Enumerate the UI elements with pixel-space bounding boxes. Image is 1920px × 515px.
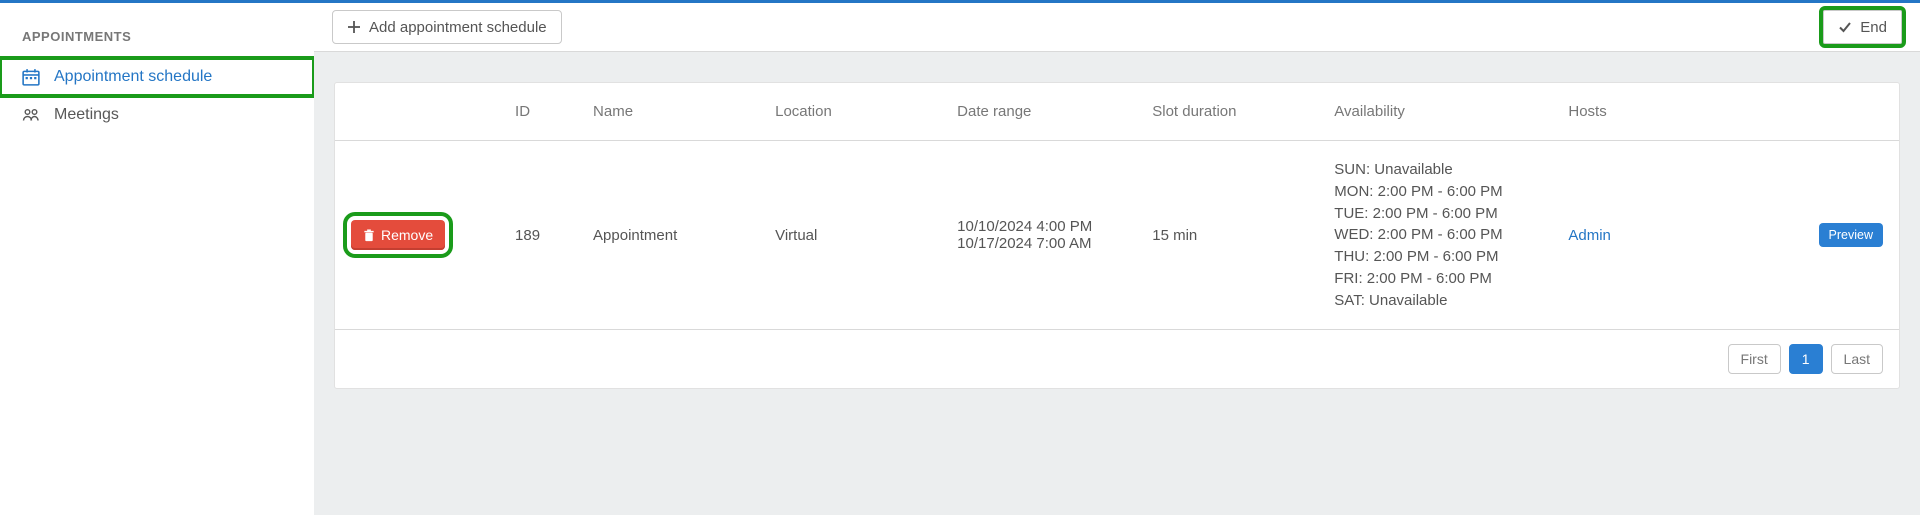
toolbar: Add appointment schedule End [314,3,1920,52]
table-row: Remove 189 Appointment Virtual 10/10/202… [335,141,1899,330]
cell-location: Virtual [759,141,941,330]
sidebar-item-label: Appointment schedule [54,68,212,86]
sidebar-heading: APPOINTMENTS [0,21,314,58]
col-hosts: Hosts [1552,83,1773,141]
availability-wed: WED: 2:00 PM - 6:00 PM [1334,224,1536,246]
date-range-line2: 10/17/2024 7:00 AM [957,235,1120,252]
calendar-icon [22,68,40,86]
sidebar-item-appointment-schedule[interactable]: Appointment schedule [0,58,314,96]
table-pagination: First 1 Last [335,330,1899,388]
col-id: ID [499,83,577,141]
col-slot-duration: Slot duration [1136,83,1318,141]
preview-button[interactable]: Preview [1819,223,1883,247]
appointment-table-card: ID Name Location Date range Slot duratio… [334,82,1900,389]
host-link[interactable]: Admin [1568,227,1611,244]
add-appointment-schedule-button[interactable]: Add appointment schedule [332,10,562,44]
plus-icon [347,20,361,34]
col-date-range: Date range [941,83,1136,141]
people-icon [22,106,40,124]
remove-button[interactable]: Remove [351,220,445,250]
cell-slot-duration: 15 min [1136,141,1318,330]
add-button-label: Add appointment schedule [369,19,547,36]
availability-sat: SAT: Unavailable [1334,290,1536,312]
end-button[interactable]: End [1823,10,1902,44]
cell-availability: SUN: Unavailable MON: 2:00 PM - 6:00 PM … [1318,141,1552,330]
cell-hosts: Admin [1552,141,1773,330]
trash-icon [363,229,375,242]
cell-name: Appointment [577,141,759,330]
date-range-line1: 10/10/2024 4:00 PM [957,218,1120,235]
col-availability: Availability [1318,83,1552,141]
availability-fri: FRI: 2:00 PM - 6:00 PM [1334,268,1536,290]
col-name: Name [577,83,759,141]
sidebar-item-meetings[interactable]: Meetings [0,96,314,134]
pager-page-1-button[interactable]: 1 [1789,344,1823,374]
appointment-table: ID Name Location Date range Slot duratio… [335,83,1899,330]
pager-first-button[interactable]: First [1728,344,1781,374]
availability-mon: MON: 2:00 PM - 6:00 PM [1334,181,1536,203]
availability-sun: SUN: Unavailable [1334,159,1536,181]
col-preview [1773,83,1899,141]
availability-tue: TUE: 2:00 PM - 6:00 PM [1334,203,1536,225]
main: Add appointment schedule End [314,3,1920,515]
sidebar-item-label: Meetings [54,106,119,124]
col-actions [335,83,499,141]
end-button-label: End [1860,19,1887,36]
cell-date-range: 10/10/2024 4:00 PM 10/17/2024 7:00 AM [941,141,1136,330]
remove-button-label: Remove [381,227,433,243]
check-icon [1838,20,1852,34]
content: ID Name Location Date range Slot duratio… [314,52,1920,419]
cell-id: 189 [499,141,577,330]
pager-last-button[interactable]: Last [1831,344,1883,374]
table-header-row: ID Name Location Date range Slot duratio… [335,83,1899,141]
col-location: Location [759,83,941,141]
availability-thu: THU: 2:00 PM - 6:00 PM [1334,246,1536,268]
sidebar: APPOINTMENTS Appointment schedule Meetin… [0,3,314,515]
